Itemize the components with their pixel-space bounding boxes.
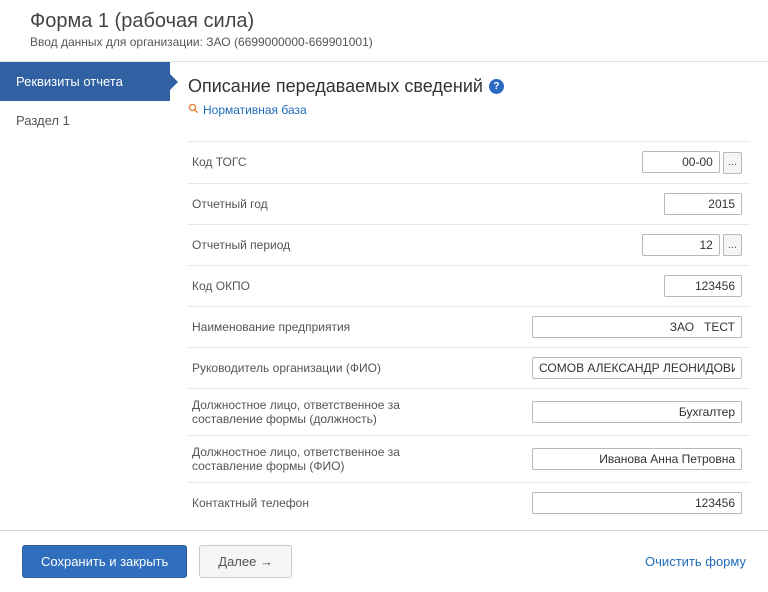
- field-label: Код ТОГС: [188, 142, 480, 184]
- lookup-button[interactable]: ...: [723, 234, 742, 256]
- sidebar-item-section-1[interactable]: Раздел 1: [0, 101, 170, 140]
- main-area: Реквизиты отчета Раздел 1 Описание перед…: [0, 62, 768, 530]
- form-row: Отчетный год: [188, 183, 750, 224]
- field-label: Отчетный период: [188, 224, 480, 266]
- field-control: [480, 389, 750, 436]
- help-icon[interactable]: ?: [489, 79, 504, 94]
- field-input[interactable]: [532, 492, 742, 514]
- content-area: Описание передаваемых сведений ? Нормати…: [170, 62, 768, 530]
- form-row: Контактный телефон: [188, 483, 750, 524]
- form-table: Код ТОГС...Отчетный годОтчетный период..…: [188, 141, 750, 523]
- form-row: Должностное лицо, ответственное за соста…: [188, 436, 750, 483]
- next-button[interactable]: Далее →: [199, 545, 292, 578]
- section-title-text: Описание передаваемых сведений: [188, 76, 483, 97]
- sidebar-item-report-details[interactable]: Реквизиты отчета: [0, 62, 170, 101]
- lookup-button[interactable]: ...: [723, 152, 742, 174]
- search-icon: [188, 103, 199, 117]
- field-label: Наименование предприятия: [188, 307, 480, 348]
- form-row: Код ОКПО: [188, 266, 750, 307]
- save-close-button[interactable]: Сохранить и закрыть: [22, 545, 187, 578]
- page-subtitle: Ввод данных для организации: ЗАО (669900…: [30, 35, 748, 49]
- field-input[interactable]: [532, 448, 742, 470]
- field-input[interactable]: [664, 193, 742, 215]
- field-label: Должностное лицо, ответственное за соста…: [188, 436, 480, 483]
- field-control: [480, 436, 750, 483]
- form-row: Должностное лицо, ответственное за соста…: [188, 389, 750, 436]
- field-input[interactable]: [532, 401, 742, 423]
- sidebar-item-label: Реквизиты отчета: [16, 74, 123, 89]
- field-control: [480, 483, 750, 524]
- form-row: Руководитель организации (ФИО): [188, 348, 750, 389]
- clear-form-link[interactable]: Очистить форму: [645, 554, 746, 569]
- field-control: [480, 348, 750, 389]
- field-control: [480, 266, 750, 307]
- field-input[interactable]: [532, 316, 742, 338]
- normative-base-link-text: Нормативная база: [203, 103, 307, 117]
- form-row: Наименование предприятия: [188, 307, 750, 348]
- field-label: Контактный телефон: [188, 483, 480, 524]
- field-input[interactable]: [642, 234, 720, 256]
- sidebar-item-label: Раздел 1: [16, 113, 70, 128]
- field-label: Должностное лицо, ответственное за соста…: [188, 389, 480, 436]
- field-label: Отчетный год: [188, 183, 480, 224]
- form-row: Отчетный период...: [188, 224, 750, 266]
- field-control: ...: [480, 142, 750, 184]
- sidebar: Реквизиты отчета Раздел 1: [0, 62, 170, 530]
- field-input[interactable]: [532, 357, 742, 379]
- field-control: [480, 183, 750, 224]
- field-input[interactable]: [664, 275, 742, 297]
- field-control: ...: [480, 224, 750, 266]
- field-input[interactable]: [642, 151, 720, 173]
- section-title: Описание передаваемых сведений ?: [188, 76, 750, 97]
- field-label: Код ОКПО: [188, 266, 480, 307]
- normative-base-link[interactable]: Нормативная база: [188, 103, 750, 117]
- form-row: Код ТОГС...: [188, 142, 750, 184]
- page-title: Форма 1 (рабочая сила): [30, 10, 748, 33]
- field-control: [480, 307, 750, 348]
- page-header: Форма 1 (рабочая сила) Ввод данных для о…: [0, 0, 768, 62]
- field-label: Руководитель организации (ФИО): [188, 348, 480, 389]
